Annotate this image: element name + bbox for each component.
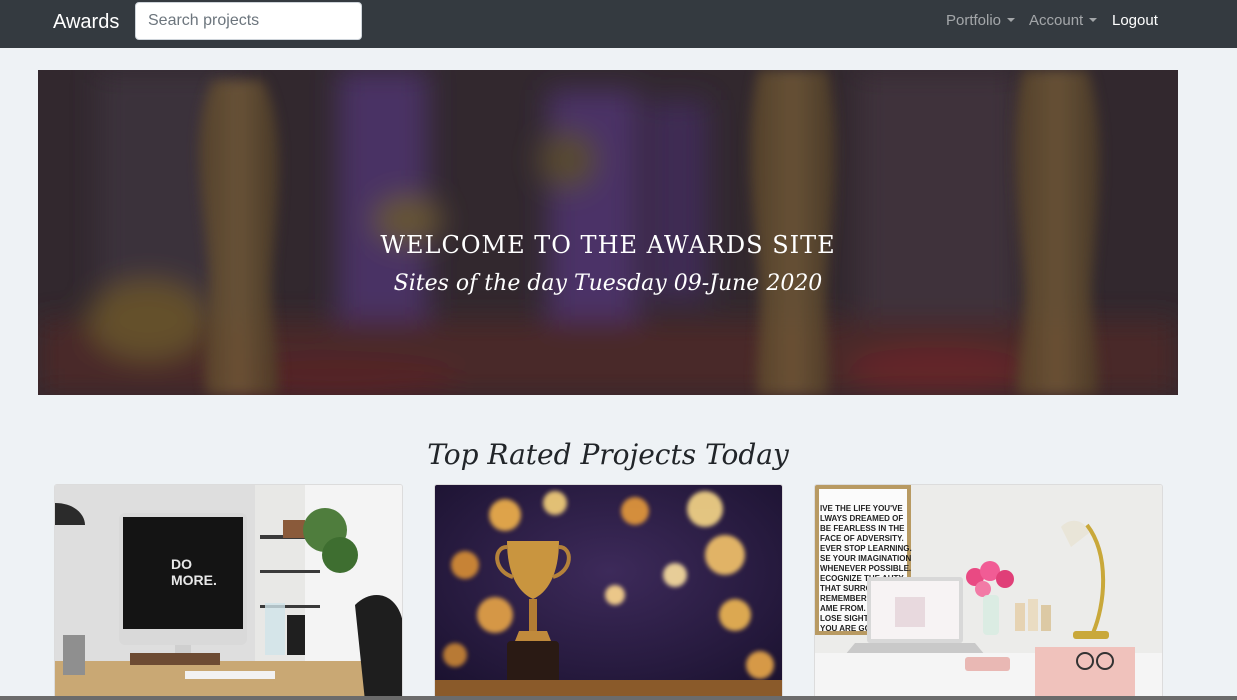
poster-line: FACE OF ADVERSITY. [820, 534, 904, 543]
search-input[interactable] [135, 2, 362, 40]
white-desk-image: IVE THE LIFE YOU'VE LWAYS DREAMED OF BE … [815, 485, 1162, 699]
account-dropdown[interactable]: Account [1029, 12, 1098, 30]
poster-line: EVER STOP LEARNING. [820, 544, 912, 553]
logout-link[interactable]: Logout [1112, 12, 1158, 30]
poster-line: YOU ARE GO [820, 624, 871, 633]
project-card[interactable] [434, 484, 783, 700]
brand-logo[interactable]: Awards [53, 10, 119, 34]
project-card[interactable]: DO MORE. [54, 484, 403, 700]
screen-text-do: DO [171, 556, 192, 572]
hero-banner: WELCOME TO THE AWARDS SITE Sites of the … [38, 70, 1178, 395]
account-label: Account [1029, 12, 1084, 29]
portfolio-dropdown[interactable]: Portfolio [946, 12, 1016, 30]
section-title: Top Rated Projects Today [427, 438, 789, 471]
poster-line: SE YOUR IMAGINATION [820, 554, 911, 563]
poster-line: BE FEARLESS IN THE [820, 524, 905, 533]
chevron-down-icon [1007, 18, 1016, 22]
horizontal-scrollbar[interactable] [0, 696, 1237, 700]
screen-text-more: MORE. [171, 572, 217, 588]
poster-line: IVE THE LIFE YOU'VE [820, 504, 903, 513]
chevron-down-icon [1089, 18, 1098, 22]
top-navbar: Awards Portfolio Account Logout [0, 0, 1237, 48]
poster-line: WHENEVER POSSIBLE. [820, 564, 911, 573]
desk-computer-image: DO MORE. [55, 485, 402, 699]
project-card[interactable]: IVE THE LIFE YOU'VE LWAYS DREAMED OF BE … [814, 484, 1163, 700]
trophy-image [435, 485, 782, 699]
poster-line: AME FROM. B [820, 604, 874, 613]
poster-line: LWAYS DREAMED OF [820, 514, 903, 523]
hero-subtitle: Sites of the day Tuesday 09-June 2020 [393, 271, 823, 296]
portfolio-label: Portfolio [946, 12, 1002, 29]
hero-title: WELCOME TO THE AWARDS SITE [380, 231, 836, 259]
